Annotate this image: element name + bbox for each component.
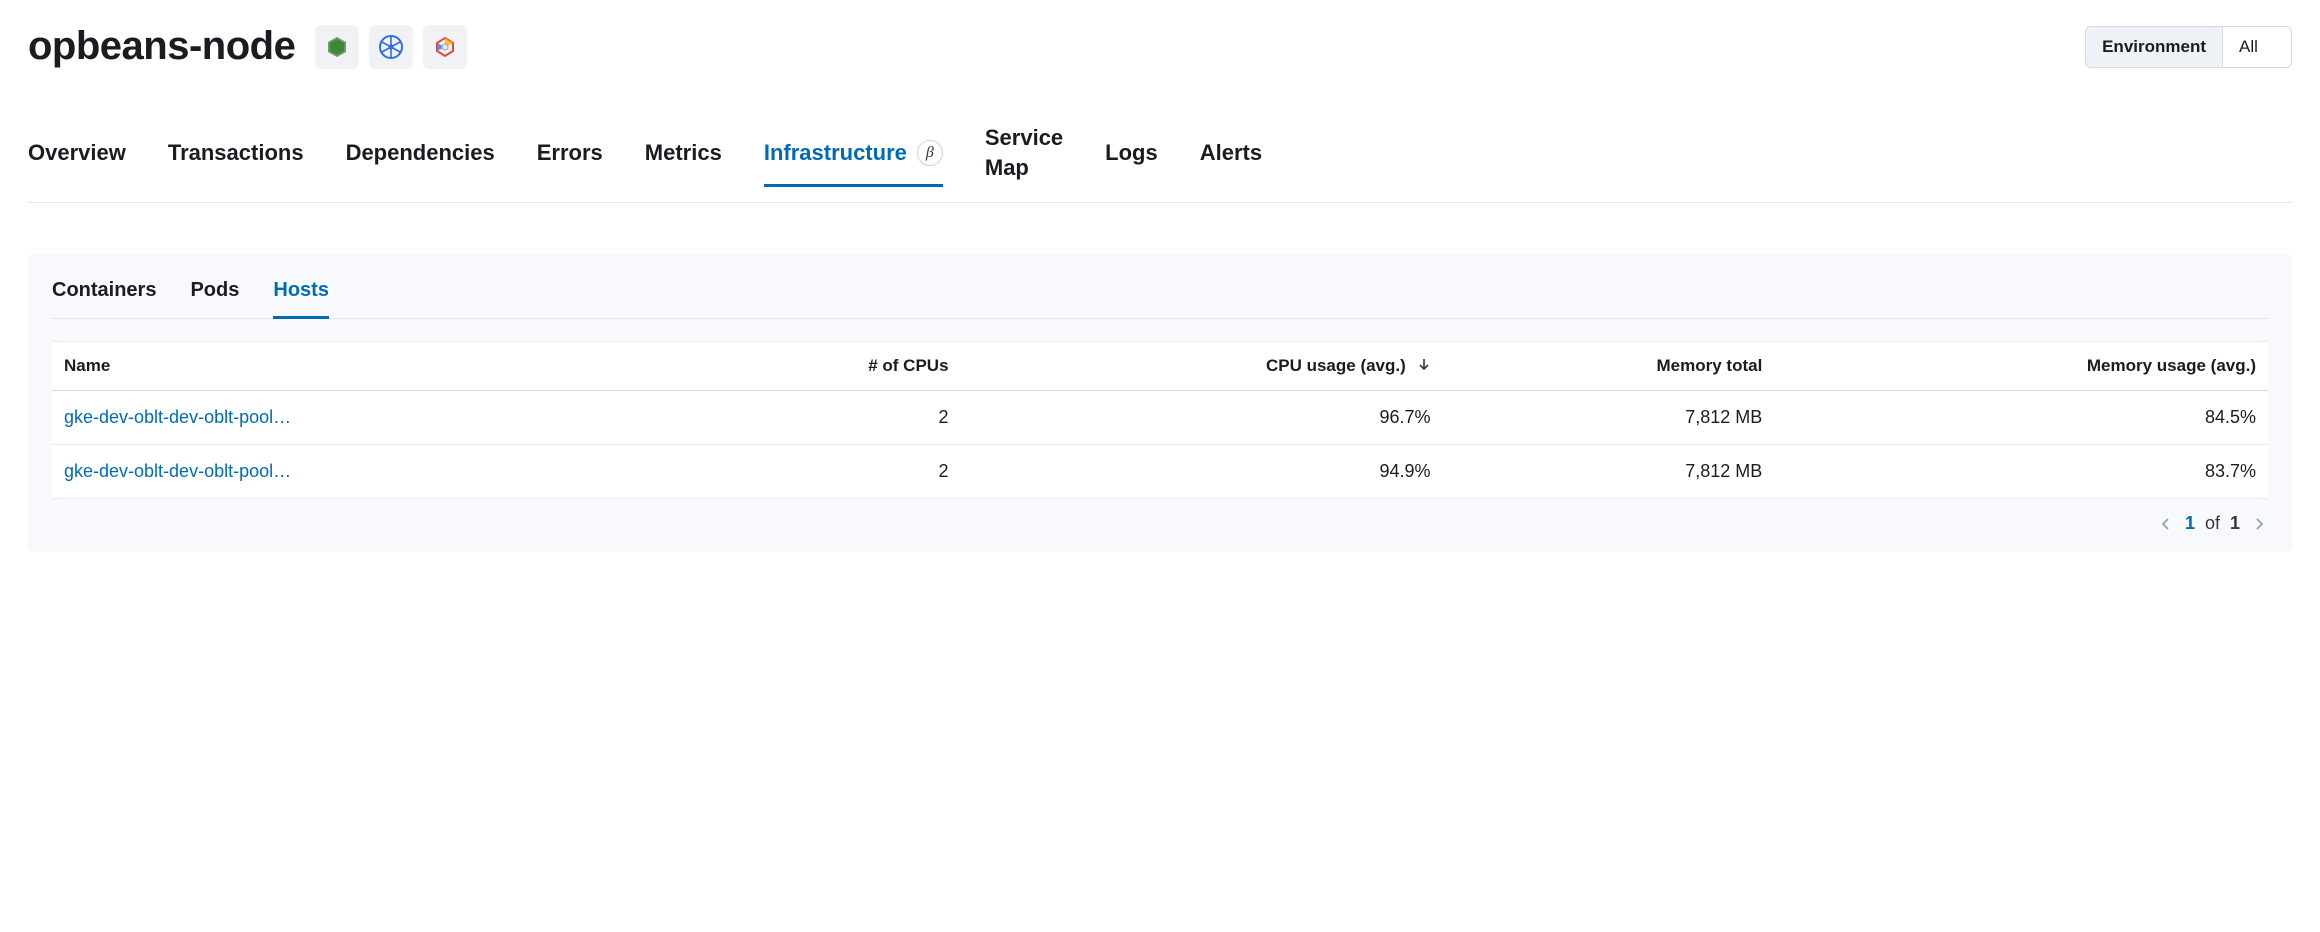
cell-mem-usage: 84.5% xyxy=(1774,391,2268,445)
host-link[interactable]: gke-dev-oblt-dev-oblt-pool… xyxy=(64,407,291,427)
page-title: opbeans-node xyxy=(28,24,295,69)
nodejs-icon xyxy=(315,25,359,69)
gcp-icon xyxy=(423,25,467,69)
main-tabs: Overview Transactions Dependencies Error… xyxy=(28,109,2292,203)
environment-label: Environment xyxy=(2085,26,2222,68)
tab-errors[interactable]: Errors xyxy=(537,126,603,187)
subtab-containers[interactable]: Containers xyxy=(52,275,156,319)
environment-value[interactable]: All xyxy=(2222,26,2292,68)
infrastructure-panel: Containers Pods Hosts Name # of CPUs CPU… xyxy=(28,253,2292,552)
page-current[interactable]: 1 xyxy=(2185,513,2195,534)
col-name[interactable]: Name xyxy=(52,342,694,391)
pagination: 1 of 1 xyxy=(52,513,2268,534)
col-cpu-usage[interactable]: CPU usage (avg.) xyxy=(961,342,1443,391)
page-of: of xyxy=(2205,513,2220,534)
col-cpus[interactable]: # of CPUs xyxy=(694,342,961,391)
cell-mem-total: 7,812 MB xyxy=(1443,391,1775,445)
tab-alerts[interactable]: Alerts xyxy=(1200,126,1262,187)
col-memory-total[interactable]: Memory total xyxy=(1443,342,1775,391)
tab-infrastructure-label: Infrastructure xyxy=(764,140,907,166)
tab-logs[interactable]: Logs xyxy=(1105,126,1158,187)
tab-transactions[interactable]: Transactions xyxy=(168,126,304,187)
tab-infrastructure[interactable]: Infrastructure β xyxy=(764,126,943,187)
prev-page-icon[interactable] xyxy=(2157,515,2175,533)
cell-cpus: 2 xyxy=(694,391,961,445)
hosts-table: Name # of CPUs CPU usage (avg.) Memory t… xyxy=(52,341,2268,499)
subtab-pods[interactable]: Pods xyxy=(190,275,239,319)
cell-mem-total: 7,812 MB xyxy=(1443,445,1775,499)
col-memory-usage[interactable]: Memory usage (avg.) xyxy=(1774,342,2268,391)
subtab-hosts[interactable]: Hosts xyxy=(273,275,329,319)
page-total: 1 xyxy=(2230,513,2240,534)
table-row: gke-dev-oblt-dev-oblt-pool… 2 94.9% 7,81… xyxy=(52,445,2268,499)
cell-cpu-usage: 94.9% xyxy=(961,445,1443,499)
beta-badge-icon: β xyxy=(917,140,943,166)
environment-selector[interactable]: Environment All xyxy=(2085,26,2292,68)
service-icons xyxy=(315,25,467,69)
tab-dependencies[interactable]: Dependencies xyxy=(346,126,495,187)
tab-service-map[interactable]: ServiceMap xyxy=(985,109,1063,203)
tab-overview[interactable]: Overview xyxy=(28,126,126,187)
cell-mem-usage: 83.7% xyxy=(1774,445,2268,499)
tab-metrics[interactable]: Metrics xyxy=(645,126,722,187)
table-row: gke-dev-oblt-dev-oblt-pool… 2 96.7% 7,81… xyxy=(52,391,2268,445)
next-page-icon[interactable] xyxy=(2250,515,2268,533)
sub-tabs: Containers Pods Hosts xyxy=(52,275,2268,319)
sort-desc-icon xyxy=(1417,356,1431,376)
kubernetes-icon xyxy=(369,25,413,69)
col-cpu-usage-label: CPU usage (avg.) xyxy=(1266,356,1406,375)
host-link[interactable]: gke-dev-oblt-dev-oblt-pool… xyxy=(64,461,291,481)
cell-cpu-usage: 96.7% xyxy=(961,391,1443,445)
page-header: opbeans-node Environment All xyxy=(28,24,2292,69)
cell-cpus: 2 xyxy=(694,445,961,499)
